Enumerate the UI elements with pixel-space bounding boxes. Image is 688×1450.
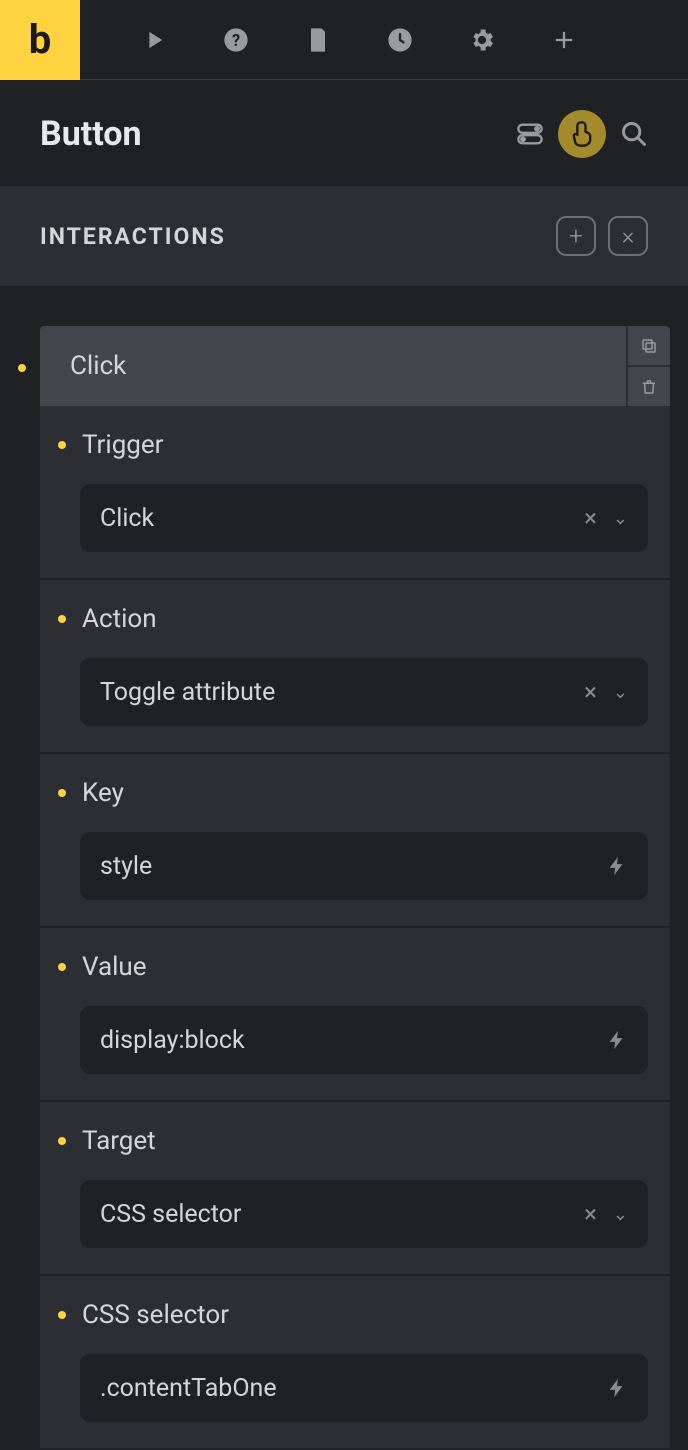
field-label: Key bbox=[82, 778, 124, 808]
css-selector-value: .contentTabOne bbox=[100, 1374, 606, 1403]
action-select[interactable]: Toggle attribute × ⌄ bbox=[80, 658, 648, 726]
modified-dot-icon bbox=[58, 441, 66, 449]
clear-icon[interactable]: × bbox=[584, 678, 597, 706]
page-title: Button bbox=[40, 114, 142, 154]
logo-letter: b bbox=[29, 16, 52, 63]
modified-dot-icon bbox=[58, 1137, 66, 1145]
section-buttons: + × bbox=[556, 216, 648, 256]
modified-dot-icon bbox=[58, 615, 66, 623]
field-key: Key style bbox=[40, 754, 670, 926]
field-value: Value display:block bbox=[40, 928, 670, 1100]
field-label: Trigger bbox=[82, 430, 164, 460]
header-actions bbox=[516, 110, 648, 158]
value-input[interactable]: display:block bbox=[80, 1006, 648, 1074]
target-select[interactable]: CSS selector × ⌄ bbox=[80, 1180, 648, 1248]
chevron-down-icon[interactable]: ⌄ bbox=[613, 508, 628, 529]
key-value: style bbox=[100, 852, 606, 881]
toolbar-icons: ? bbox=[80, 26, 578, 54]
settings-icon[interactable] bbox=[468, 26, 496, 54]
interaction-row-actions bbox=[626, 326, 670, 406]
top-toolbar: b ? bbox=[0, 0, 688, 80]
interaction-title-row[interactable]: Click bbox=[40, 326, 670, 406]
css-selector-input[interactable]: .contentTabOne bbox=[80, 1354, 648, 1422]
toggles-icon[interactable] bbox=[516, 120, 544, 148]
bolt-icon[interactable] bbox=[606, 855, 628, 877]
interactions-mode-button[interactable] bbox=[558, 110, 606, 158]
bolt-icon[interactable] bbox=[606, 1377, 628, 1399]
field-label: Target bbox=[82, 1126, 156, 1156]
action-value: Toggle attribute bbox=[100, 678, 584, 707]
field-trigger: Trigger Click × ⌄ bbox=[40, 406, 670, 578]
field-label: Action bbox=[82, 604, 157, 634]
copy-icon[interactable] bbox=[628, 326, 670, 367]
help-icon[interactable]: ? bbox=[222, 26, 250, 54]
value-value: display:block bbox=[100, 1026, 606, 1055]
add-icon[interactable] bbox=[550, 26, 578, 54]
key-input[interactable]: style bbox=[80, 832, 648, 900]
modified-dot-icon bbox=[58, 963, 66, 971]
modified-dot-icon bbox=[58, 1311, 66, 1319]
chevron-down-icon[interactable]: ⌄ bbox=[613, 1204, 628, 1225]
field-action: Action Toggle attribute × ⌄ bbox=[40, 580, 670, 752]
trigger-value: Click bbox=[100, 504, 584, 533]
svg-text:?: ? bbox=[232, 30, 240, 49]
field-label: CSS selector bbox=[82, 1300, 229, 1330]
page-icon[interactable] bbox=[304, 26, 332, 54]
trash-icon[interactable] bbox=[628, 367, 670, 406]
history-icon[interactable] bbox=[386, 26, 414, 54]
chevron-down-icon[interactable]: ⌄ bbox=[613, 682, 628, 703]
field-target: Target CSS selector × ⌄ bbox=[40, 1102, 670, 1274]
close-section-button[interactable]: × bbox=[608, 216, 648, 256]
clear-icon[interactable]: × bbox=[584, 504, 597, 532]
interaction-title: Click bbox=[40, 326, 626, 406]
bolt-icon[interactable] bbox=[606, 1029, 628, 1051]
field-label: Value bbox=[82, 952, 147, 982]
trigger-select[interactable]: Click × ⌄ bbox=[80, 484, 648, 552]
app-logo[interactable]: b bbox=[0, 0, 80, 80]
search-icon[interactable] bbox=[620, 120, 648, 148]
clear-icon[interactable]: × bbox=[584, 1200, 597, 1228]
modified-dot-icon bbox=[58, 789, 66, 797]
panel-header: Button bbox=[0, 80, 688, 186]
section-title: INTERACTIONS bbox=[40, 223, 226, 250]
modified-indicator-icon bbox=[18, 364, 26, 372]
add-interaction-button[interactable]: + bbox=[556, 216, 596, 256]
interactions-panel: Click Trigger bbox=[0, 286, 688, 1450]
play-icon[interactable] bbox=[140, 26, 168, 54]
field-css-selector: CSS selector .contentTabOne bbox=[40, 1276, 670, 1448]
section-header: INTERACTIONS + × bbox=[0, 186, 688, 286]
target-value: CSS selector bbox=[100, 1200, 584, 1229]
